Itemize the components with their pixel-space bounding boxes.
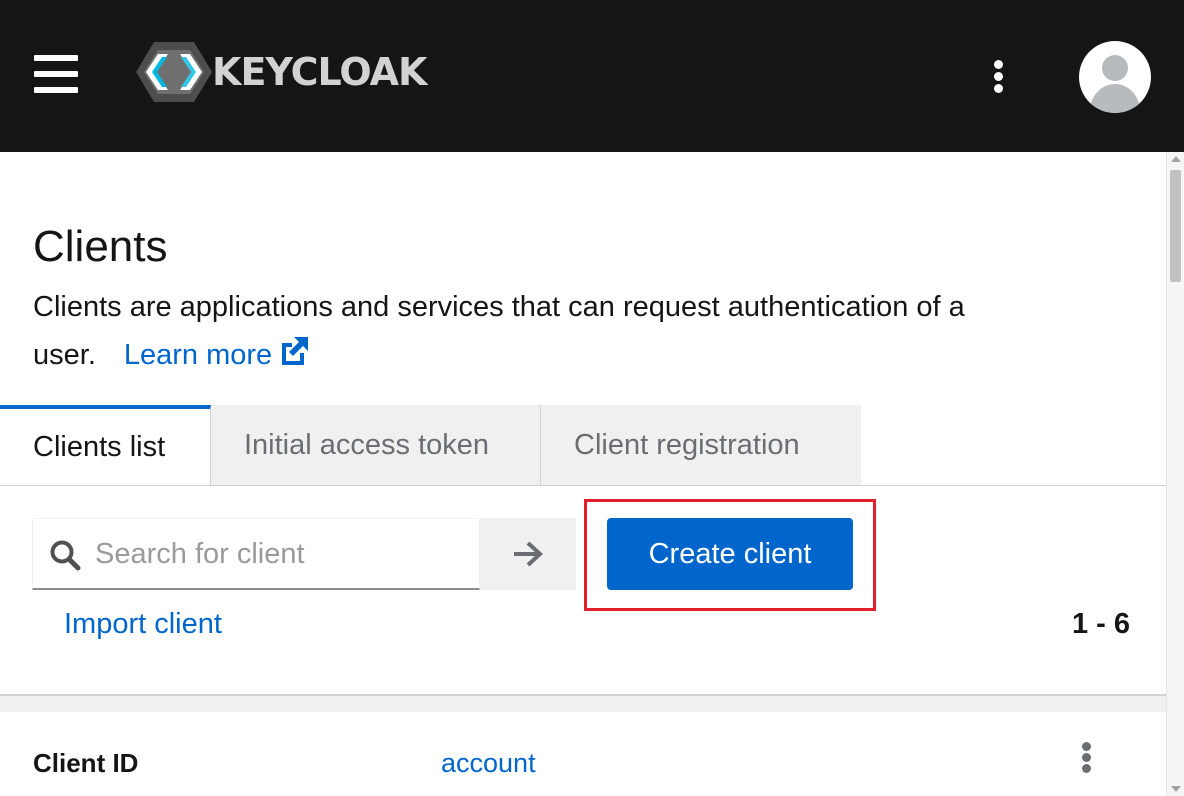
header-kebab-icon[interactable] — [986, 58, 1012, 96]
tab-client-registration[interactable]: Client registration — [541, 405, 861, 485]
pagination-range: 1 - 6 — [1072, 608, 1131, 640]
user-avatar-icon[interactable] — [1079, 41, 1151, 113]
scrollbar-thumb[interactable] — [1170, 170, 1181, 282]
client-id-label: Client ID — [33, 748, 139, 778]
clients-tabs: Clients list Initial access token Client… — [0, 405, 1166, 486]
logo-text: KEYCLOAK — [212, 50, 427, 94]
page-description: Clients are applications and services th… — [33, 283, 1123, 379]
page-title: Clients — [33, 222, 168, 271]
client-id-link[interactable]: account — [441, 748, 536, 779]
learn-more-label: Learn more — [123, 339, 273, 371]
masthead: KEYCLOAK — [0, 0, 1184, 152]
keycloak-logo-icon — [136, 42, 212, 102]
external-link-icon — [282, 337, 309, 365]
tab-initial-access-token[interactable]: Initial access token — [211, 405, 541, 485]
search-submit-button[interactable] — [480, 518, 576, 590]
create-client-button[interactable]: Create client — [607, 518, 853, 590]
table-divider — [0, 694, 1166, 712]
hamburger-icon[interactable] — [34, 55, 78, 95]
search-input[interactable] — [95, 529, 465, 579]
scroll-down-icon[interactable] — [1171, 786, 1181, 792]
page-scrollbar[interactable] — [1166, 152, 1184, 796]
tab-clients-list[interactable]: Clients list — [0, 405, 211, 485]
learn-more-link[interactable]: Learn more — [123, 337, 309, 371]
import-client-link[interactable]: Import client — [64, 608, 222, 641]
scroll-up-icon[interactable] — [1171, 156, 1181, 162]
arrow-right-icon — [514, 541, 543, 567]
search-box — [32, 518, 480, 590]
row-actions-kebab-icon[interactable] — [1074, 740, 1100, 776]
search-icon — [50, 540, 81, 571]
